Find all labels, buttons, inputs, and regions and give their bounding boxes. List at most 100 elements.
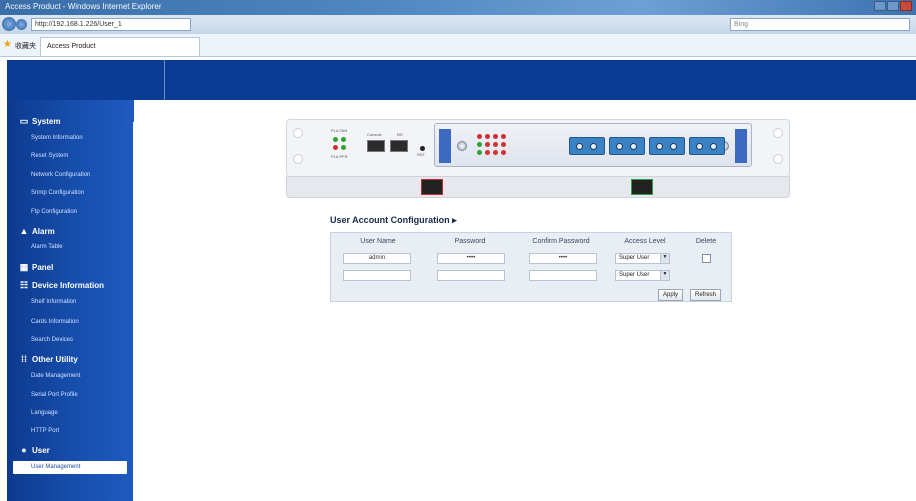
sidebar-section-other-utility[interactable]: ⁞⁞ Other Utility <box>19 354 78 364</box>
fiber-port-icon <box>689 137 725 155</box>
browser-tab[interactable]: Access Product <box>40 37 200 56</box>
user-icon: ● <box>21 445 27 455</box>
led-indicator <box>501 134 506 139</box>
led-indicator <box>477 150 482 155</box>
sidebar-item-ftp-configuration[interactable]: Ftp Configuration <box>31 209 77 215</box>
led-indicator <box>333 145 338 150</box>
led-indicator <box>485 142 490 147</box>
fiber-port-icon <box>609 137 645 155</box>
mount-hole-icon <box>773 128 783 138</box>
minimize-button[interactable] <box>874 1 886 11</box>
sidebar-item-serial-port-profile[interactable]: Serial Port Profile <box>31 392 78 398</box>
sidebar-item-alarm-table[interactable]: Alarm Table <box>31 244 63 250</box>
close-button[interactable] <box>900 1 912 11</box>
chevron-down-icon: ▼ <box>660 271 669 280</box>
led-indicator <box>485 134 490 139</box>
delete-checkbox[interactable] <box>702 254 711 263</box>
mount-hole-icon <box>773 154 783 164</box>
favorites-bar: ★ 收藏夹 Access Product <box>0 34 916 57</box>
column-header-access-level: Access Level <box>624 238 666 245</box>
mount-hole-icon <box>293 128 303 138</box>
sidebar-item-system-information[interactable]: System Information <box>31 135 83 141</box>
page-title: User Account Configuration ▸ <box>330 215 457 225</box>
led-indicator <box>501 150 506 155</box>
sidebar-item-reset-system[interactable]: Reset System <box>31 153 68 159</box>
new-confirm-password-field[interactable] <box>529 270 597 281</box>
new-password-field[interactable] <box>437 270 505 281</box>
card-latch-icon <box>439 129 451 163</box>
maximize-button[interactable] <box>887 1 899 11</box>
utility-icon: ⁞⁞ <box>21 354 27 364</box>
reset-button-icon <box>420 146 425 151</box>
favorites-label[interactable]: 收藏夹 <box>15 41 36 51</box>
sidebar-item-date-management[interactable]: Date Management <box>31 373 80 379</box>
card-latch-icon <box>735 129 747 163</box>
address-toolbar: http://192.168.1.226/User_1 Bing <box>0 15 916 34</box>
sidebar-item-search-devices[interactable]: Search Devices <box>31 337 73 343</box>
sidebar-item-http-port[interactable]: HTTP Port <box>31 428 59 434</box>
forward-icon[interactable] <box>16 19 27 30</box>
header-divider <box>164 60 165 100</box>
power-supply-icon <box>631 179 653 195</box>
column-header-confirm-password: Confirm Password <box>532 238 590 245</box>
access-level-select[interactable]: Super User ▼ <box>615 253 670 264</box>
led-indicator <box>501 142 506 147</box>
monitor-icon: ▭ <box>19 116 29 126</box>
fiber-port-icon <box>649 137 685 155</box>
address-bar[interactable]: http://192.168.1.226/User_1 <box>31 18 191 31</box>
search-input[interactable]: Bing <box>730 18 910 31</box>
power-supply-icon <box>421 179 443 195</box>
power-module-bay <box>286 176 790 198</box>
led-indicator <box>341 137 346 142</box>
page-header <box>7 60 916 100</box>
favorites-star-icon[interactable]: ★ <box>3 39 12 50</box>
port-label-ns: NS <box>397 132 403 137</box>
confirm-password-field[interactable]: •••• <box>529 253 597 264</box>
back-icon[interactable] <box>2 17 16 31</box>
status-label-pfr: PLA PFR <box>331 154 348 159</box>
ethernet-port-icon <box>390 140 408 152</box>
window-controls <box>874 1 912 11</box>
port-label-console: Console <box>367 132 382 137</box>
password-field[interactable]: •••• <box>437 253 505 264</box>
panel-icon: ▦ <box>19 262 29 272</box>
sidebar-section-user[interactable]: ● User <box>19 445 50 455</box>
refresh-button[interactable]: Refresh <box>690 289 722 301</box>
browser-titlebar: Access Product - Windows Internet Explor… <box>0 0 916 15</box>
sidebar-section-device-information[interactable]: ☷ Device Information <box>19 280 104 291</box>
led-indicator <box>341 145 346 150</box>
console-port-icon <box>367 140 385 152</box>
sidebar-item-snmp-configuration[interactable]: Snmp Configuration <box>31 190 84 196</box>
column-header-user-name: User Name <box>360 238 396 245</box>
status-label-fan: PLA FAN <box>331 128 348 133</box>
sidebar-section-system[interactable]: ▭ System <box>19 116 61 127</box>
window-title: Access Product - Windows Internet Explor… <box>5 2 162 11</box>
new-access-level-select[interactable]: Super User ▼ <box>615 270 670 281</box>
led-indicator <box>485 150 490 155</box>
apply-button[interactable]: Apply <box>658 289 684 301</box>
sidebar-item-language[interactable]: Language <box>31 410 58 416</box>
led-indicator <box>333 137 338 142</box>
sidebar-section-alarm[interactable]: ▲ Alarm <box>19 226 55 236</box>
warning-icon: ▲ <box>19 226 29 236</box>
chevron-down-icon: ▼ <box>660 254 669 263</box>
line-card <box>434 123 752 167</box>
sidebar-item-network-configuration[interactable]: Network Configuration <box>31 172 90 178</box>
led-indicator <box>493 142 498 147</box>
fiber-port-icon <box>569 137 605 155</box>
led-indicator <box>477 142 482 147</box>
column-header-password: Password <box>454 238 486 245</box>
led-indicator <box>493 150 498 155</box>
sidebar-item-user-management[interactable]: User Management <box>13 461 127 474</box>
sidebar-item-shelf-information[interactable]: Shelf Information <box>31 299 76 305</box>
device-icon: ☷ <box>19 280 29 290</box>
led-indicator <box>477 134 482 139</box>
reset-button-label: RST <box>417 152 425 157</box>
new-user-name-field[interactable] <box>343 270 411 281</box>
user-name-field[interactable]: admin <box>343 253 411 264</box>
sidebar-section-panel[interactable]: ▦ Panel <box>19 262 54 273</box>
sidebar-item-cards-information[interactable]: Cards Information <box>31 319 79 325</box>
column-header-delete: Delete <box>695 238 717 245</box>
screw-icon <box>457 141 467 151</box>
led-indicator <box>493 134 498 139</box>
